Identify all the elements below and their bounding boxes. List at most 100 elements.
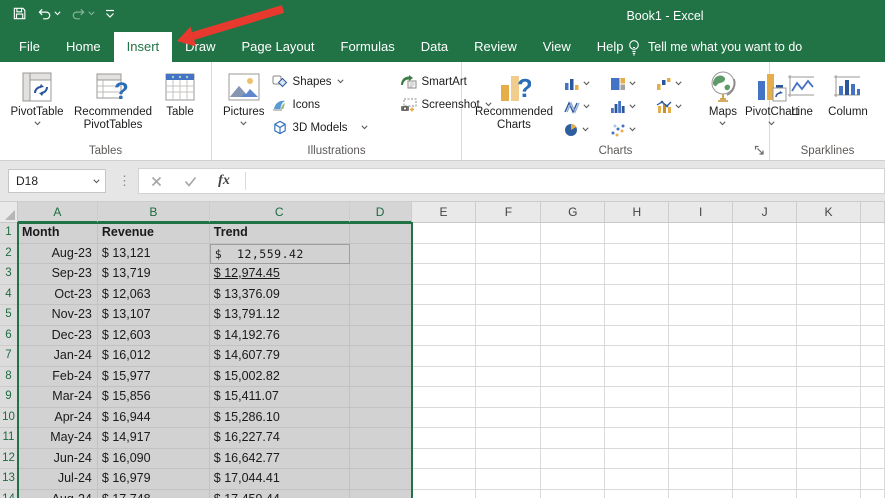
cell-B1[interactable]: Revenue xyxy=(97,223,210,244)
column-header-F[interactable]: F xyxy=(476,202,542,223)
row-header-11[interactable]: 11 xyxy=(0,428,18,449)
cell-G1[interactable] xyxy=(541,223,606,244)
cell-F1[interactable] xyxy=(476,223,542,244)
cell-L12[interactable] xyxy=(860,448,885,469)
cell-E5[interactable] xyxy=(411,305,477,326)
cell-A14[interactable]: Aug-24 xyxy=(17,489,98,498)
cell-D9[interactable] xyxy=(349,387,412,408)
row-header-4[interactable]: 4 xyxy=(0,284,18,305)
sparkline-line-button[interactable]: Line xyxy=(782,66,822,121)
row-header-2[interactable]: 2 xyxy=(0,243,18,264)
cell-K9[interactable] xyxy=(797,387,861,408)
cell-A2[interactable]: Aug-23 xyxy=(17,243,98,264)
shapes-button[interactable]: Shapes xyxy=(268,70,372,93)
insert-function-button[interactable]: fx xyxy=(207,173,241,189)
tab-home[interactable]: Home xyxy=(53,32,114,62)
cell-A13[interactable]: Jul-24 xyxy=(17,469,98,490)
cell-D2[interactable] xyxy=(349,243,412,264)
cell-D4[interactable] xyxy=(349,284,412,305)
cell-E9[interactable] xyxy=(411,387,477,408)
cell-G14[interactable] xyxy=(541,489,606,498)
cell-I1[interactable] xyxy=(669,223,734,244)
column-header-H[interactable]: H xyxy=(605,202,670,223)
cell-I6[interactable] xyxy=(669,325,734,346)
cell-I5[interactable] xyxy=(669,305,734,326)
cell-K5[interactable] xyxy=(797,305,861,326)
cell-I7[interactable] xyxy=(669,346,734,367)
column-header-J[interactable]: J xyxy=(733,202,798,223)
cell-H13[interactable] xyxy=(605,469,670,490)
cell-K7[interactable] xyxy=(797,346,861,367)
cell-L9[interactable] xyxy=(860,387,885,408)
cell-H1[interactable] xyxy=(605,223,670,244)
cell-B11[interactable]: $ 14,917 xyxy=(97,428,210,449)
cell-D7[interactable] xyxy=(349,346,412,367)
cell-F3[interactable] xyxy=(476,264,542,285)
column-header-E[interactable]: E xyxy=(411,202,477,223)
cell-K6[interactable] xyxy=(797,325,861,346)
3d-models-button[interactable]: 3D Models xyxy=(268,116,372,139)
cell-G13[interactable] xyxy=(541,469,606,490)
cell-H10[interactable] xyxy=(605,407,670,428)
table-button[interactable]: Table xyxy=(158,66,202,121)
cell-K3[interactable] xyxy=(797,264,861,285)
recommended-charts-button[interactable]: ? Recommended Charts xyxy=(472,66,556,134)
cell-J13[interactable] xyxy=(733,469,798,490)
row-header-14[interactable]: 14 xyxy=(0,489,18,498)
cell-J6[interactable] xyxy=(733,325,798,346)
tab-view[interactable]: View xyxy=(530,32,584,62)
cancel-button[interactable] xyxy=(139,176,173,187)
cell-C1[interactable]: Trend xyxy=(209,223,350,244)
sparkline-column-button[interactable]: Column xyxy=(822,66,874,121)
cell-F7[interactable] xyxy=(476,346,542,367)
cell-G3[interactable] xyxy=(541,264,606,285)
cell-G2[interactable] xyxy=(541,243,606,264)
cell-F8[interactable] xyxy=(476,366,542,387)
tab-formulas[interactable]: Formulas xyxy=(328,32,408,62)
cell-C5[interactable]: $ 13,791.12 xyxy=(209,305,350,326)
cell-F10[interactable] xyxy=(476,407,542,428)
cell-H2[interactable] xyxy=(605,243,670,264)
cell-L7[interactable] xyxy=(860,346,885,367)
cell-K2[interactable] xyxy=(797,243,861,264)
tab-data[interactable]: Data xyxy=(408,32,461,62)
tab-review[interactable]: Review xyxy=(461,32,530,62)
select-all-button[interactable] xyxy=(0,202,18,223)
cell-F14[interactable] xyxy=(476,489,542,498)
cell-J7[interactable] xyxy=(733,346,798,367)
cell-H5[interactable] xyxy=(605,305,670,326)
cell-A4[interactable]: Oct-23 xyxy=(17,284,98,305)
cell-J11[interactable] xyxy=(733,428,798,449)
cell-E3[interactable] xyxy=(411,264,477,285)
row-header-6[interactable]: 6 xyxy=(0,325,18,346)
cell-J1[interactable] xyxy=(733,223,798,244)
row-header-9[interactable]: 9 xyxy=(0,387,18,408)
cell-D5[interactable] xyxy=(349,305,412,326)
recommended-pivottables-button[interactable]: ? Recommended PivotTables xyxy=(68,66,158,134)
column-header-K[interactable]: K xyxy=(797,202,861,223)
cell-K14[interactable] xyxy=(797,489,861,498)
pivottable-button[interactable]: PivotTable xyxy=(6,66,68,128)
cell-D14[interactable] xyxy=(349,489,412,498)
cell-J3[interactable] xyxy=(733,264,798,285)
cell-G11[interactable] xyxy=(541,428,606,449)
cell-G8[interactable] xyxy=(541,366,606,387)
cell-J4[interactable] xyxy=(733,284,798,305)
cell-G7[interactable] xyxy=(541,346,606,367)
cell-E10[interactable] xyxy=(411,407,477,428)
cell-E2[interactable] xyxy=(411,243,477,264)
tell-me-box[interactable]: Tell me what you want to do xyxy=(628,32,802,62)
cell-J12[interactable] xyxy=(733,448,798,469)
row-header-12[interactable]: 12 xyxy=(0,448,18,469)
column-header-I[interactable]: I xyxy=(669,202,734,223)
cell-F11[interactable] xyxy=(476,428,542,449)
cell-C8[interactable]: $ 15,002.82 xyxy=(209,366,350,387)
cell-L1[interactable] xyxy=(860,223,885,244)
cell-E14[interactable] xyxy=(412,489,477,498)
row-header-8[interactable]: 8 xyxy=(0,366,18,387)
cell-K8[interactable] xyxy=(797,366,861,387)
cell-H8[interactable] xyxy=(605,366,670,387)
insert-scatter-or-bubble-chart-button[interactable] xyxy=(606,118,652,141)
cell-C11[interactable]: $ 16,227.74 xyxy=(209,428,350,449)
cell-F5[interactable] xyxy=(476,305,542,326)
